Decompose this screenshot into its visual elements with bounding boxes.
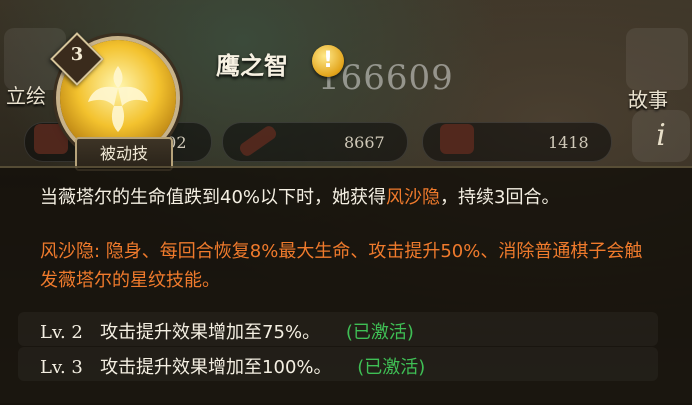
upgrade-text: 攻击提升效果增加至75%。 <box>100 322 321 343</box>
story-tab[interactable]: 故事 <box>628 84 668 113</box>
portrait-tab[interactable]: 立绘 <box>6 80 46 109</box>
upgrade-row: Lv. 3 攻击提升效果增加至100%。 (已激活) <box>40 353 425 379</box>
heart-icon <box>34 124 68 154</box>
level-badge-number: 3 <box>70 44 84 65</box>
description-highlight: 风沙隐 <box>386 187 441 208</box>
upgrade-status: (已激活) <box>357 357 426 378</box>
shield-icon <box>440 124 474 154</box>
description-prefix: 当薇塔尔的生命值跌到40%以下时，她获得 <box>40 187 387 208</box>
skill-description: 当薇塔尔的生命值跌到40%以下时，她获得风沙隐，持续3回合。 <box>40 183 650 212</box>
stat-attack-value: 8667 <box>344 133 385 152</box>
skill-effect: 风沙隐: 隐身、每回合恢复8%最大生命、攻击提升50%、消除普通棋子会触发薇塔尔… <box>40 241 643 291</box>
skill-name: 鹰之智 <box>216 52 288 80</box>
upgrade-row: Lv. 2 攻击提升效果增加至75%。 (已激活) <box>40 318 414 344</box>
stat-defense-value: 1418 <box>548 133 589 152</box>
upgrade-level: Lv. 2 <box>40 322 83 343</box>
upgrade-status: (已激活) <box>345 322 414 343</box>
upgrade-level: Lv. 3 <box>40 357 83 378</box>
info-button[interactable]: i <box>632 110 690 162</box>
alert-icon[interactable]: ! <box>312 45 344 77</box>
description-suffix: ，持续3回合。 <box>440 187 560 208</box>
story-tab-icon[interactable] <box>626 28 688 90</box>
upgrade-text: 攻击提升效果增加至100%。 <box>100 357 332 378</box>
